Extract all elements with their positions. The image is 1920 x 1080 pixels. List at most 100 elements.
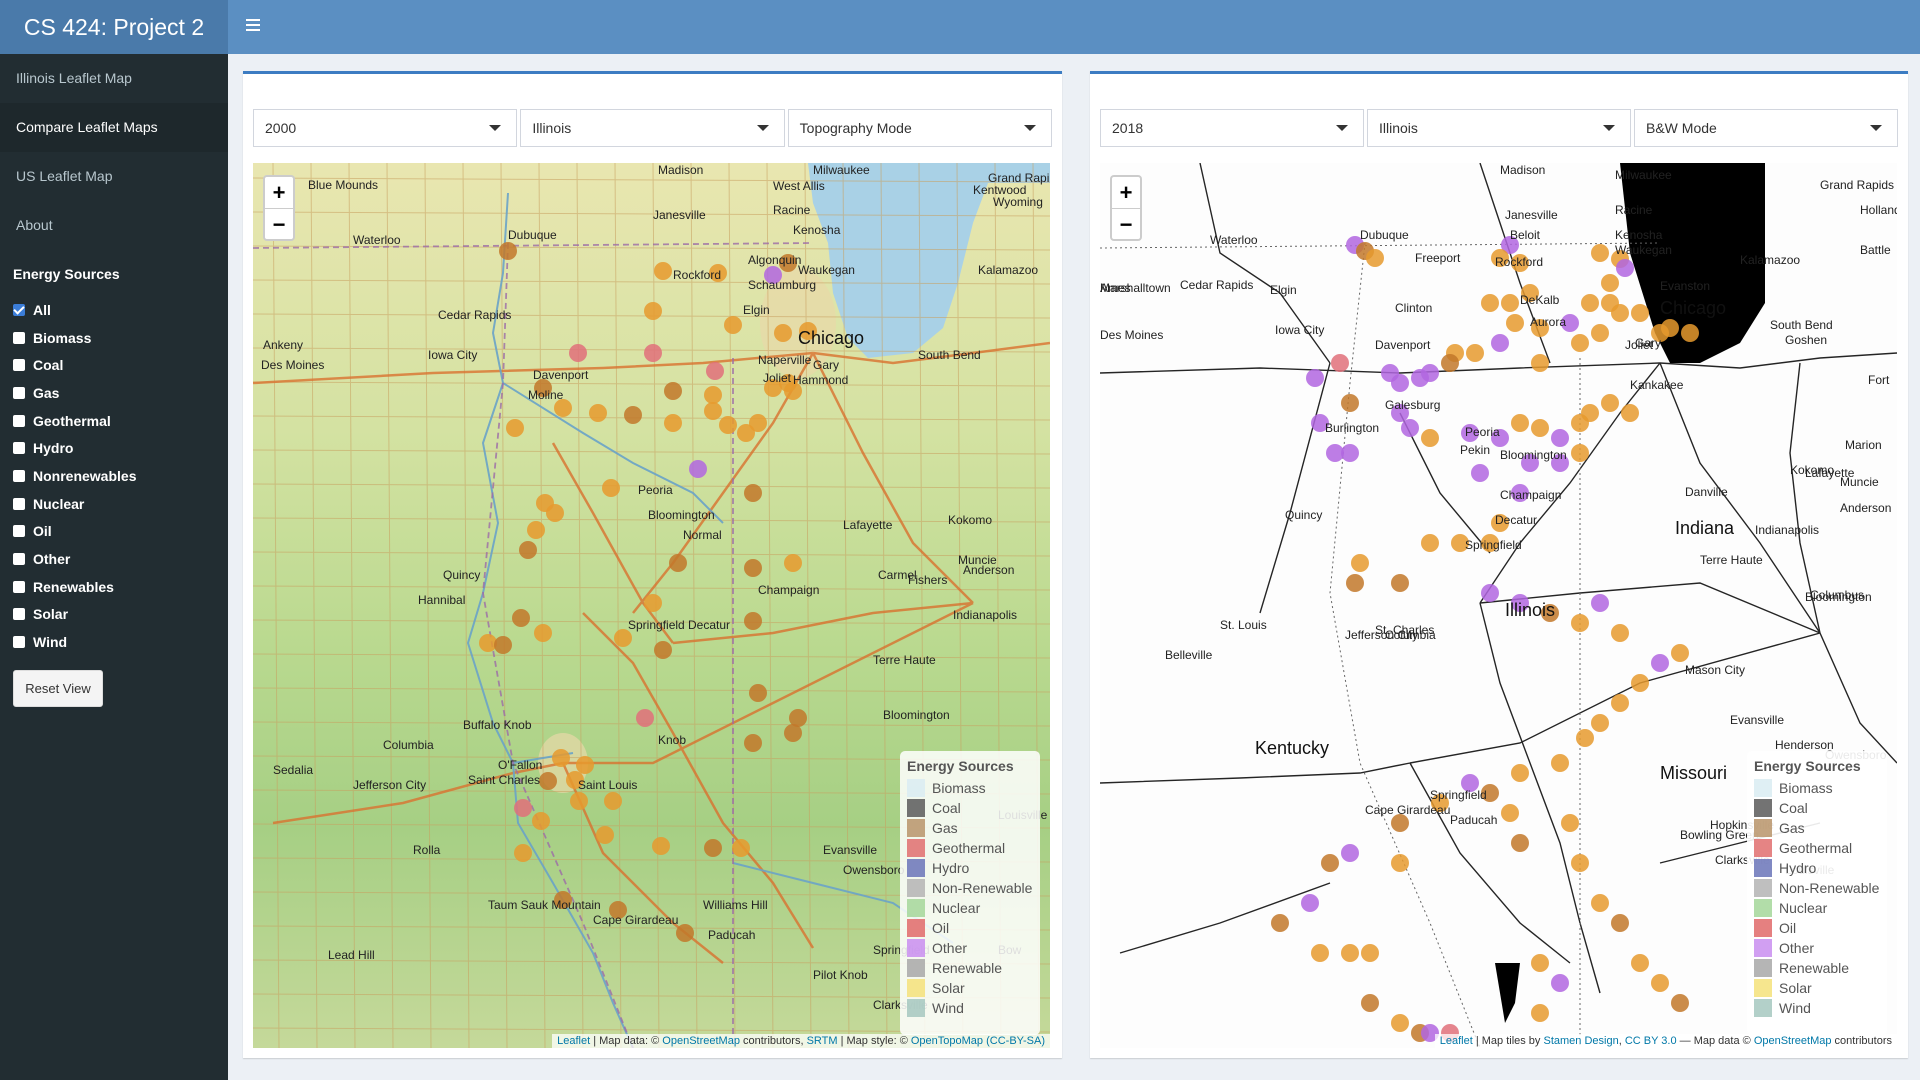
checkbox-solar[interactable]: Solar bbox=[0, 601, 228, 629]
power-plant-marker[interactable] bbox=[1621, 404, 1639, 422]
power-plant-marker[interactable] bbox=[1531, 954, 1549, 972]
zoom-out-button[interactable]: − bbox=[265, 208, 293, 239]
leaflet-link[interactable]: Leaflet bbox=[1440, 1035, 1473, 1047]
power-plant-marker[interactable] bbox=[1681, 324, 1699, 342]
power-plant-marker[interactable] bbox=[494, 636, 512, 654]
srtm-link[interactable]: SRTM bbox=[807, 1035, 838, 1047]
checkbox-input[interactable] bbox=[13, 580, 25, 593]
checkbox-hydro[interactable]: Hydro bbox=[0, 434, 228, 462]
power-plant-marker[interactable] bbox=[636, 709, 654, 727]
stamen-link[interactable]: Stamen Design bbox=[1543, 1035, 1618, 1047]
year-select-left[interactable]: 2000 bbox=[253, 109, 518, 147]
sidebar-item-us-map[interactable]: US Leaflet Map bbox=[0, 152, 228, 201]
power-plant-marker[interactable] bbox=[749, 684, 767, 702]
power-plant-marker[interactable] bbox=[644, 594, 662, 612]
opentopomap-link[interactable]: OpenTopoMap bbox=[911, 1035, 983, 1047]
power-plant-marker[interactable] bbox=[1551, 429, 1569, 447]
power-plant-marker[interactable] bbox=[1551, 754, 1569, 772]
checkbox-input[interactable] bbox=[13, 497, 25, 510]
power-plant-marker[interactable] bbox=[1391, 574, 1409, 592]
power-plant-marker[interactable] bbox=[1511, 414, 1529, 432]
power-plant-marker[interactable] bbox=[1591, 594, 1609, 612]
power-plant-marker[interactable] bbox=[1611, 694, 1629, 712]
checkbox-input[interactable] bbox=[13, 553, 25, 566]
power-plant-marker[interactable] bbox=[1341, 394, 1359, 412]
power-plant-marker[interactable] bbox=[1361, 944, 1379, 962]
power-plant-marker[interactable] bbox=[1581, 404, 1599, 422]
power-plant-marker[interactable] bbox=[1601, 274, 1619, 292]
power-plant-marker[interactable] bbox=[534, 624, 552, 642]
mode-select-right[interactable]: B&W Mode bbox=[1634, 109, 1898, 147]
power-plant-marker[interactable] bbox=[1531, 354, 1549, 372]
power-plant-marker[interactable] bbox=[1631, 304, 1649, 322]
power-plant-marker[interactable] bbox=[1531, 1004, 1549, 1022]
power-plant-marker[interactable] bbox=[1661, 319, 1679, 337]
power-plant-marker[interactable] bbox=[1421, 429, 1439, 447]
power-plant-marker[interactable] bbox=[514, 799, 532, 817]
power-plant-marker[interactable] bbox=[1361, 994, 1379, 1012]
checkbox-input[interactable] bbox=[13, 359, 25, 372]
power-plant-marker[interactable] bbox=[1591, 244, 1609, 262]
power-plant-marker[interactable] bbox=[1391, 1014, 1409, 1032]
power-plant-marker[interactable] bbox=[706, 362, 724, 380]
power-plant-marker[interactable] bbox=[1561, 814, 1579, 832]
checkbox-gas[interactable]: Gas bbox=[0, 379, 228, 407]
power-plant-marker[interactable] bbox=[1631, 674, 1649, 692]
power-plant-marker[interactable] bbox=[1491, 334, 1509, 352]
power-plant-marker[interactable] bbox=[569, 344, 587, 362]
power-plant-marker[interactable] bbox=[519, 541, 537, 559]
leaflet-link[interactable]: Leaflet bbox=[557, 1035, 590, 1047]
power-plant-marker[interactable] bbox=[1671, 644, 1689, 662]
cc-by-sa-link[interactable]: (CC-BY-SA) bbox=[986, 1035, 1045, 1047]
checkbox-input[interactable] bbox=[13, 442, 25, 455]
power-plant-marker[interactable] bbox=[1341, 944, 1359, 962]
power-plant-marker[interactable] bbox=[1651, 654, 1669, 672]
power-plant-marker[interactable] bbox=[676, 924, 694, 942]
checkbox-input[interactable] bbox=[13, 525, 25, 538]
power-plant-marker[interactable] bbox=[669, 554, 687, 572]
checkbox-input[interactable] bbox=[13, 303, 25, 316]
power-plant-marker[interactable] bbox=[1401, 419, 1419, 437]
power-plant-marker[interactable] bbox=[704, 402, 722, 420]
osm-link[interactable]: OpenStreetMap bbox=[662, 1035, 740, 1047]
power-plant-marker[interactable] bbox=[1581, 294, 1599, 312]
power-plant-marker[interactable] bbox=[1571, 614, 1589, 632]
power-plant-marker[interactable] bbox=[546, 504, 564, 522]
osm-link[interactable]: OpenStreetMap bbox=[1754, 1035, 1832, 1047]
power-plant-marker[interactable] bbox=[1631, 954, 1649, 972]
power-plant-marker[interactable] bbox=[784, 554, 802, 572]
power-plant-marker[interactable] bbox=[1506, 314, 1524, 332]
power-plant-marker[interactable] bbox=[744, 484, 762, 502]
zoom-out-button[interactable]: − bbox=[1112, 208, 1140, 239]
power-plant-marker[interactable] bbox=[527, 521, 545, 539]
checkbox-nuclear[interactable]: Nuclear bbox=[0, 490, 228, 518]
mode-select-left[interactable]: Topography Mode bbox=[787, 109, 1052, 147]
power-plant-marker[interactable] bbox=[744, 559, 762, 577]
power-plant-marker[interactable] bbox=[704, 839, 722, 857]
power-plant-marker[interactable] bbox=[539, 772, 557, 790]
power-plant-marker[interactable] bbox=[644, 302, 662, 320]
checkbox-input[interactable] bbox=[13, 636, 25, 649]
power-plant-marker[interactable] bbox=[1301, 894, 1319, 912]
power-plant-marker[interactable] bbox=[589, 404, 607, 422]
power-plant-marker[interactable] bbox=[704, 386, 722, 404]
power-plant-marker[interactable] bbox=[1346, 574, 1364, 592]
sidebar-item-illinois-map[interactable]: Illinois Leaflet Map bbox=[0, 54, 228, 103]
power-plant-marker[interactable] bbox=[644, 344, 662, 362]
power-plant-marker[interactable] bbox=[1331, 354, 1349, 372]
power-plant-marker[interactable] bbox=[1501, 294, 1519, 312]
power-plant-marker[interactable] bbox=[514, 844, 532, 862]
power-plant-marker[interactable] bbox=[724, 316, 742, 334]
power-plant-marker[interactable] bbox=[604, 792, 622, 810]
state-select-right[interactable]: Illinois bbox=[1367, 109, 1631, 147]
power-plant-marker[interactable] bbox=[654, 641, 672, 659]
power-plant-marker[interactable] bbox=[1591, 324, 1609, 342]
power-plant-marker[interactable] bbox=[1611, 304, 1629, 322]
power-plant-marker[interactable] bbox=[689, 460, 707, 478]
checkbox-input[interactable] bbox=[13, 414, 25, 427]
cc-by-link[interactable]: CC BY 3.0 bbox=[1625, 1035, 1677, 1047]
checkbox-input[interactable] bbox=[13, 386, 25, 399]
reset-view-button[interactable]: Reset View bbox=[13, 669, 103, 707]
power-plant-marker[interactable] bbox=[624, 406, 642, 424]
power-plant-marker[interactable] bbox=[602, 479, 620, 497]
